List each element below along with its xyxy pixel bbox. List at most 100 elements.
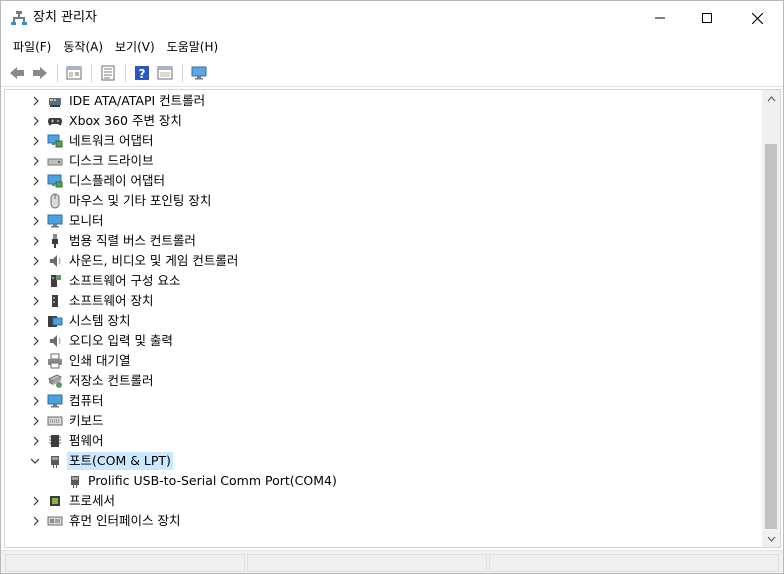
hid-icon [47,513,63,529]
chevron-up-icon [767,95,775,101]
console-tree-button[interactable] [63,62,85,84]
tree-item-ide-ata-atapi[interactable]: IDE ATA/ATAPI 컨트롤러 [5,91,762,111]
chevron-right-icon[interactable] [31,296,41,306]
toolbar-separator [57,63,58,82]
port-icon [47,453,63,469]
menu-view[interactable]: 보기(V) [109,36,161,58]
device-tree[interactable]: IDE ATA/ATAPI 컨트롤러 Xbox 360 주변 장치 네트워크 어… [5,90,762,547]
tree-item-label: Xbox 360 주변 장치 [69,113,182,128]
chevron-right-icon[interactable] [31,396,41,406]
tree-item-network-adapters[interactable]: 네트워크 어댑터 [5,131,762,151]
chevron-right-icon[interactable] [31,496,41,506]
tree-item-label: 모니터 [69,213,104,228]
details-icon [157,66,173,79]
menu-help[interactable]: 도움말(H) [161,36,225,58]
audio-io-icon [47,333,63,349]
chevron-right-icon[interactable] [31,136,41,146]
tree-item-xbox-360[interactable]: Xbox 360 주변 장치 [5,111,762,131]
chevron-right-icon[interactable] [31,96,41,106]
chevron-down-icon [767,536,775,542]
chevron-right-icon[interactable] [31,176,41,186]
chevron-right-icon[interactable] [31,116,41,126]
chevron-right-icon[interactable] [31,336,41,346]
help-icon: ? [135,65,149,81]
tree-item-ports[interactable]: 포트(COM & LPT) [5,451,762,471]
chevron-right-icon[interactable] [31,516,41,526]
tree-item-label: 사운드, 비디오 및 게임 컨트롤러 [69,253,239,268]
tree-item-processors[interactable]: 프로세서 [5,491,762,511]
chevron-right-icon[interactable] [31,416,41,426]
chevron-right-icon[interactable] [31,196,41,206]
ide-controller-icon [47,93,63,109]
chevron-right-icon[interactable] [31,156,41,166]
scrollbar-thumb[interactable] [765,144,777,529]
close-button[interactable] [734,1,780,35]
gamepad-icon [47,113,63,129]
tree-item-print-queues[interactable]: 인쇄 대기열 [5,351,762,371]
tree-item-prolific-com4[interactable]: Prolific USB-to-Serial Comm Port(COM4) [5,471,762,491]
chevron-right-icon[interactable] [31,356,41,366]
svg-text:?: ? [139,67,146,81]
back-button[interactable] [6,62,28,84]
vertical-scrollbar[interactable] [762,90,780,547]
list-button[interactable] [97,62,119,84]
device-tree-pane[interactable]: IDE ATA/ATAPI 컨트롤러 Xbox 360 주변 장치 네트워크 어… [4,89,781,548]
chevron-down-icon[interactable] [30,456,40,466]
menu-action[interactable]: 동작(A) [57,36,109,58]
tree-item-hid[interactable]: 휴먼 인터페이스 장치 [5,511,762,531]
tree-item-disk-drives[interactable]: 디스크 드라이브 [5,151,762,171]
chevron-right-icon[interactable] [31,316,41,326]
menu-bar: 파일(F) 동작(A) 보기(V) 도움말(H) [1,35,783,59]
tree-item-sound-video-game[interactable]: 사운드, 비디오 및 게임 컨트롤러 [5,251,762,271]
forward-button[interactable] [29,62,51,84]
chevron-right-icon[interactable] [31,276,41,286]
tree-item-label: 프로세서 [69,493,116,508]
chevron-right-icon[interactable] [31,216,41,226]
tree-item-display-adapters[interactable]: 디스플레이 어댑터 [5,171,762,191]
details-button[interactable] [154,62,176,84]
chevron-right-icon[interactable] [31,376,41,386]
scroll-up-button[interactable] [762,90,780,107]
status-bar [1,550,783,573]
tree-item-label: 펌웨어 [69,433,104,448]
properties-pane-icon [66,66,82,79]
menu-file[interactable]: 파일(F) [7,36,57,58]
printer-icon [47,353,63,369]
list-icon [101,65,115,80]
tree-item-firmware[interactable]: 펌웨어 [5,431,762,451]
tree-item-computer[interactable]: 컴퓨터 [5,391,762,411]
chevron-right-icon[interactable] [31,236,41,246]
toolbar-separator [182,63,183,82]
chevron-right-icon[interactable] [31,256,41,266]
tree-item-storage-controllers[interactable]: 저장소 컨트롤러 [5,371,762,391]
tree-item-label: 오디오 입력 및 출력 [69,333,173,348]
tree-item-label: 네트워크 어댑터 [69,133,154,148]
tree-item-audio-io[interactable]: 오디오 입력 및 출력 [5,331,762,351]
device-manager-app-icon [11,10,27,26]
scroll-down-button[interactable] [762,530,780,547]
status-pane [5,554,245,572]
tree-item-keyboards[interactable]: 키보드 [5,411,762,431]
tree-item-label: IDE ATA/ATAPI 컨트롤러 [69,93,206,108]
speaker-icon [47,253,63,269]
tree-item-label: 범용 직렬 버스 컨트롤러 [69,233,196,248]
help-button[interactable]: ? [131,62,153,84]
tree-item-software-devices[interactable]: 소프트웨어 장치 [5,291,762,311]
chevron-right-icon[interactable] [31,436,41,446]
tree-item-label: 소프트웨어 구성 요소 [69,273,181,288]
tree-item-monitors[interactable]: 모니터 [5,211,762,231]
display-adapter-icon [47,173,63,189]
monitor-icon [47,213,63,229]
usb-icon [47,233,63,249]
maximize-icon [702,13,712,23]
title-bar[interactable]: 장치 관리자 [1,1,783,35]
back-icon [10,66,24,79]
maximize-button[interactable] [684,1,730,35]
toolbar-separator [91,63,92,82]
tree-item-mice[interactable]: 마우스 및 기타 포인팅 장치 [5,191,762,211]
minimize-button[interactable] [637,1,683,35]
scan-hardware-button[interactable] [188,62,210,84]
tree-item-software-components[interactable]: 소프트웨어 구성 요소 [5,271,762,291]
tree-item-system-devices[interactable]: 시스템 장치 [5,311,762,331]
tree-item-usb-controllers[interactable]: 범용 직렬 버스 컨트롤러 [5,231,762,251]
